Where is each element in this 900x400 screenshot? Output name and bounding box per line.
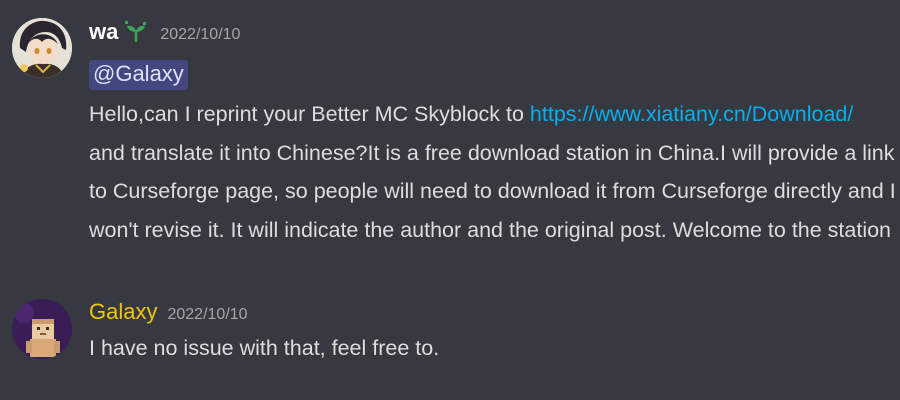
message-line-4: won't revise it. It will indicate the au… bbox=[89, 217, 892, 242]
message-body: Hello,can I reprint your Better MC Skybl… bbox=[89, 95, 896, 249]
message-line-3: to Curseforge page, so people will need … bbox=[89, 179, 896, 203]
message-line-1: Hello,can I reprint your Better MC Skybl… bbox=[89, 95, 889, 134]
username[interactable]: Galaxy bbox=[89, 299, 157, 325]
message-body: I have no issue with that, feel free to. bbox=[89, 336, 440, 360]
message-text: Hello,can I reprint your Better MC Skybl… bbox=[89, 102, 530, 126]
download-link[interactable]: https://www.xiatiany.cn/Download/ bbox=[530, 102, 853, 126]
message-wa: wa 2022/10/10 @Galaxy Hello,can I reprin… bbox=[0, 0, 900, 280]
avatar-wa[interactable] bbox=[12, 18, 72, 78]
mention-galaxy[interactable]: @Galaxy bbox=[89, 60, 188, 90]
message-line-2: and translate it into Chinese?It is a fr… bbox=[89, 140, 895, 165]
message-header: Galaxy 2022/10/10 bbox=[89, 299, 248, 325]
sprout-icon bbox=[122, 20, 150, 43]
username[interactable]: wa bbox=[89, 19, 118, 45]
timestamp: 2022/10/10 bbox=[167, 306, 248, 323]
timestamp: 2022/10/10 bbox=[160, 26, 241, 43]
message-header: wa 2022/10/10 bbox=[89, 17, 240, 45]
avatar-galaxy[interactable] bbox=[12, 299, 72, 359]
